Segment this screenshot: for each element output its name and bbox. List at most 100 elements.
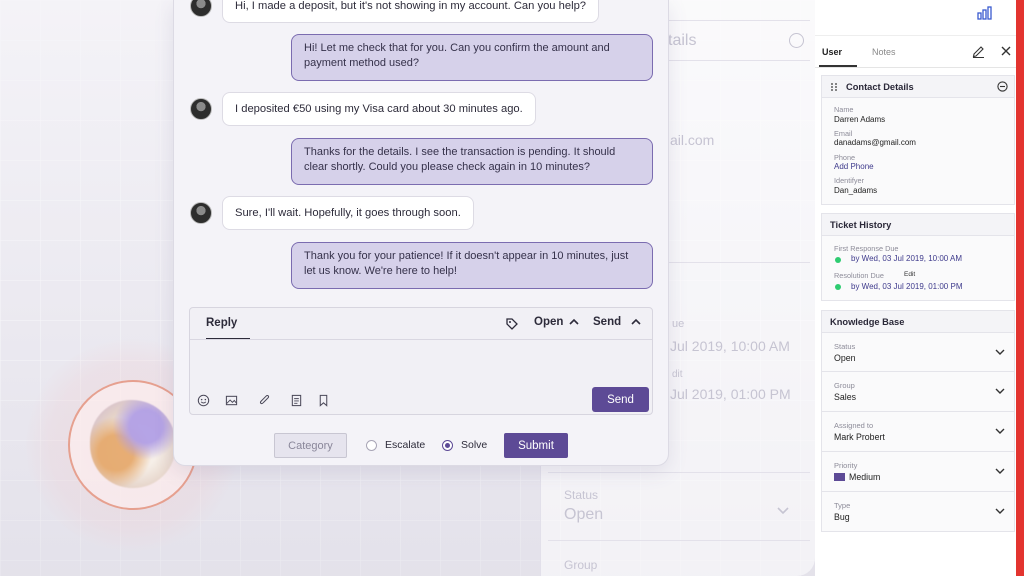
contact-details-title: Contact Details (846, 81, 914, 92)
tag-icon[interactable] (505, 317, 519, 331)
document-icon[interactable] (290, 394, 303, 407)
side-panel-tabs: User Notes (815, 36, 1016, 68)
tab-notes[interactable]: Notes (872, 47, 896, 57)
send-menu-dropdown[interactable]: Send (593, 316, 641, 328)
field-label: Assigned to (834, 421, 874, 430)
escalate-label: Escalate (385, 439, 426, 451)
status-dot (835, 257, 841, 263)
customer-avatar (190, 0, 212, 17)
priority-color-swatch (834, 473, 845, 481)
send-menu-label: Send (593, 316, 622, 328)
ghost-group-label: Group (564, 558, 598, 572)
ghost-chevron-down-icon (777, 507, 789, 515)
message-agent: Hi! Let me check that for you. Can you c… (291, 34, 653, 81)
ghost-status-value: Open (564, 506, 604, 523)
message-customer: I deposited €50 using my Visa card about… (190, 92, 536, 126)
field-label: Group (834, 381, 855, 390)
name-label: Name (834, 105, 854, 114)
chevron-down-icon (995, 468, 1005, 474)
contact-details-header[interactable]: Contact Details (822, 76, 1014, 98)
resolution-label: Resolution Due (834, 271, 884, 280)
collapse-icon[interactable] (997, 81, 1008, 92)
field-label: Priority (834, 461, 858, 470)
status-dropdown-label: Open (534, 316, 564, 328)
status-dot (835, 284, 841, 290)
chevron-up-icon (631, 318, 641, 325)
priority-value: Medium (834, 472, 880, 482)
reply-editor[interactable]: Reply Open Send Send (189, 307, 653, 415)
ghost-status-label: Status (564, 488, 599, 502)
chevron-up-icon (569, 318, 579, 325)
group-field[interactable]: Group Sales (821, 372, 1015, 412)
identifier-value: Dan_adams (834, 186, 878, 195)
ghost-email: ail.com (670, 132, 715, 148)
tab-underline (819, 65, 857, 67)
divider (190, 339, 652, 340)
solve-label: Solve (461, 439, 488, 451)
chevron-down-icon (995, 349, 1005, 355)
emoji-icon[interactable] (197, 394, 210, 407)
field-value: Sales (834, 392, 857, 402)
solve-radio[interactable]: Solve (442, 439, 487, 451)
knowledge-base-title[interactable]: Knowledge Base (822, 311, 1014, 333)
email-value: danadams@gmail.com (834, 138, 916, 147)
assistant-orb[interactable] (90, 400, 176, 488)
message-customer: Hi, I made a deposit, but it's not showi… (190, 0, 600, 23)
message-bubble: Hi, I made a deposit, but it's not showi… (222, 0, 600, 23)
category-button[interactable]: Category (274, 433, 347, 458)
message-bubble: Sure, I'll wait. Hopefully, it goes thro… (222, 196, 474, 230)
status-field[interactable]: Status Open (821, 332, 1015, 372)
field-value: Medium (849, 472, 881, 482)
ghost-date-1: Jul 2019, 10:00 AM (670, 338, 790, 354)
submit-button[interactable]: Submit (504, 433, 568, 458)
assignee-field[interactable]: Assigned to Mark Probert (821, 412, 1015, 452)
message-bubble: I deposited €50 using my Visa card about… (222, 92, 536, 126)
alert-accent-bar (1016, 0, 1024, 576)
bookmark-icon[interactable] (317, 394, 330, 407)
chevron-down-icon (995, 388, 1005, 394)
first-response-value: by Wed, 03 Jul 2019, 10:00 AM (851, 254, 963, 263)
knowledge-base-card: Knowledge Base (821, 310, 1015, 333)
escalate-radio[interactable]: Escalate (366, 439, 425, 451)
field-label: Status (834, 342, 856, 351)
send-button[interactable]: Send (592, 387, 649, 412)
side-panel-toolbar (815, 0, 1016, 36)
contact-details-card: Contact Details Name Darren Adams Email … (821, 75, 1015, 205)
priority-field[interactable]: Priority Medium (821, 452, 1015, 492)
drag-handle-icon[interactable] (830, 82, 838, 92)
name-value: Darren Adams (834, 115, 886, 124)
ghost-minus-icon (789, 33, 804, 48)
identifier-label: Identifyer (834, 176, 865, 185)
edit-icon[interactable] (972, 45, 985, 58)
field-label: Type (834, 501, 851, 510)
field-value: Bug (834, 512, 850, 522)
customer-avatar (190, 98, 212, 120)
tab-reply[interactable]: Reply (206, 317, 237, 329)
email-label: Email (834, 129, 853, 138)
analytics-icon[interactable] (977, 6, 993, 20)
status-dropdown[interactable]: Open (534, 316, 579, 328)
divider (548, 472, 810, 473)
ghost-title: tails (668, 32, 697, 49)
radio-circle-selected (442, 439, 453, 451)
image-icon[interactable] (225, 394, 238, 407)
field-value: Mark Probert (834, 432, 885, 442)
ticket-history-title[interactable]: Ticket History (822, 214, 1014, 236)
resolution-value: by Wed, 03 Jul 2019, 01:00 PM (851, 282, 963, 291)
divider (548, 540, 810, 541)
message-agent: Thanks for the details. I see the transa… (291, 138, 653, 185)
phone-label: Phone (834, 153, 856, 162)
type-field[interactable]: Type Bug (821, 492, 1015, 532)
tab-user[interactable]: User (822, 47, 842, 57)
attachment-icon[interactable] (258, 394, 271, 407)
close-icon[interactable] (1001, 46, 1011, 56)
ghost-date-2: Jul 2019, 01:00 PM (670, 386, 791, 402)
chevron-down-icon (995, 508, 1005, 514)
message-agent: Thank you for your patience! If it doesn… (291, 242, 653, 289)
edit-resolution-link[interactable]: Edit (904, 271, 915, 278)
ghost-edit: dit (672, 369, 683, 380)
field-value: Open (834, 353, 856, 363)
radio-circle (366, 439, 377, 451)
message-customer: Sure, I'll wait. Hopefully, it goes thro… (190, 196, 474, 230)
add-phone-link[interactable]: Add Phone (834, 162, 874, 171)
